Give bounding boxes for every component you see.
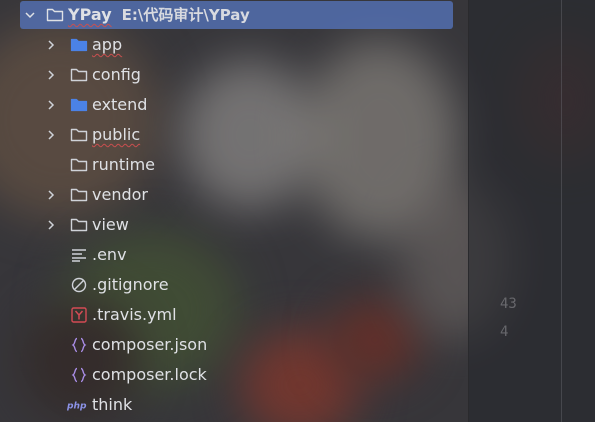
chevron-right-icon[interactable]	[45, 129, 57, 141]
pane-divider[interactable]	[468, 0, 469, 422]
folder-blue-icon	[69, 35, 89, 55]
tree-item-public[interactable]: public	[0, 120, 468, 150]
tree-item-travis-yml[interactable]: .travis.yml	[0, 300, 468, 330]
tree-item-view[interactable]: view	[0, 210, 468, 240]
tree-item-label: vendor	[92, 185, 148, 204]
php-file-icon: php	[67, 395, 87, 415]
project-path-label: E:\代码审计\YPay	[121, 6, 250, 24]
tree-item-config[interactable]: config	[0, 60, 468, 90]
tree-item-app[interactable]: app	[0, 30, 468, 60]
tree-item-extend[interactable]: extend	[0, 90, 468, 120]
project-tree: YPay E:\代码审计\YPay app config extend public ru…	[0, 0, 468, 422]
svg-text:php: php	[67, 402, 87, 411]
tree-item-composer-json[interactable]: composer.json	[0, 330, 468, 360]
tree-item-env[interactable]: .env	[0, 240, 468, 270]
chevron-down-icon[interactable]	[24, 9, 36, 21]
tree-item-label: composer.json	[92, 335, 208, 354]
folder-icon	[69, 215, 89, 235]
tree-item-label: composer.lock	[92, 365, 207, 384]
project-root-row[interactable]: YPay E:\代码审计\YPay	[20, 1, 453, 29]
tree-item-label: config	[92, 65, 141, 84]
tree-item-label: extend	[92, 95, 148, 114]
tree-item-label: think	[92, 395, 133, 414]
tree-item-gitignore[interactable]: .gitignore	[0, 270, 468, 300]
folder-icon	[69, 125, 89, 145]
chevron-right-icon[interactable]	[45, 189, 57, 201]
chevron-right-icon[interactable]	[45, 69, 57, 81]
tree-item-vendor[interactable]: vendor	[0, 180, 468, 210]
tree-item-label: .env	[92, 245, 127, 264]
ignore-file-icon	[69, 275, 89, 295]
tree-item-composer-lock[interactable]: composer.lock	[0, 360, 468, 390]
tree-item-label: .gitignore	[92, 275, 169, 294]
folder-icon	[69, 155, 89, 175]
project-name-label: YPay E:\代码审计\YPay	[68, 5, 250, 24]
editor-pane	[469, 0, 595, 422]
tree-item-label: app	[92, 35, 123, 54]
folder-icon	[69, 185, 89, 205]
tree-item-label: public	[92, 125, 141, 144]
tree-item-label: runtime	[92, 155, 156, 174]
tree-item-label: view	[92, 215, 129, 234]
json-file-icon	[69, 335, 89, 355]
folder-blue-icon	[69, 95, 89, 115]
chevron-right-icon[interactable]	[45, 219, 57, 231]
tree-item-label: .travis.yml	[92, 305, 177, 324]
json-file-icon	[69, 365, 89, 385]
chevron-right-icon[interactable]	[45, 99, 57, 111]
line-number: 4	[500, 324, 509, 340]
tree-item-runtime[interactable]: runtime	[0, 150, 468, 180]
yaml-file-icon	[69, 305, 89, 325]
right-margin-guide	[561, 0, 562, 422]
folder-icon	[45, 5, 65, 25]
folder-icon	[69, 65, 89, 85]
line-number: 43	[500, 296, 517, 312]
lines-file-icon	[69, 245, 89, 265]
chevron-right-icon[interactable]	[45, 39, 57, 51]
tree-item-think[interactable]: php think	[0, 390, 468, 420]
